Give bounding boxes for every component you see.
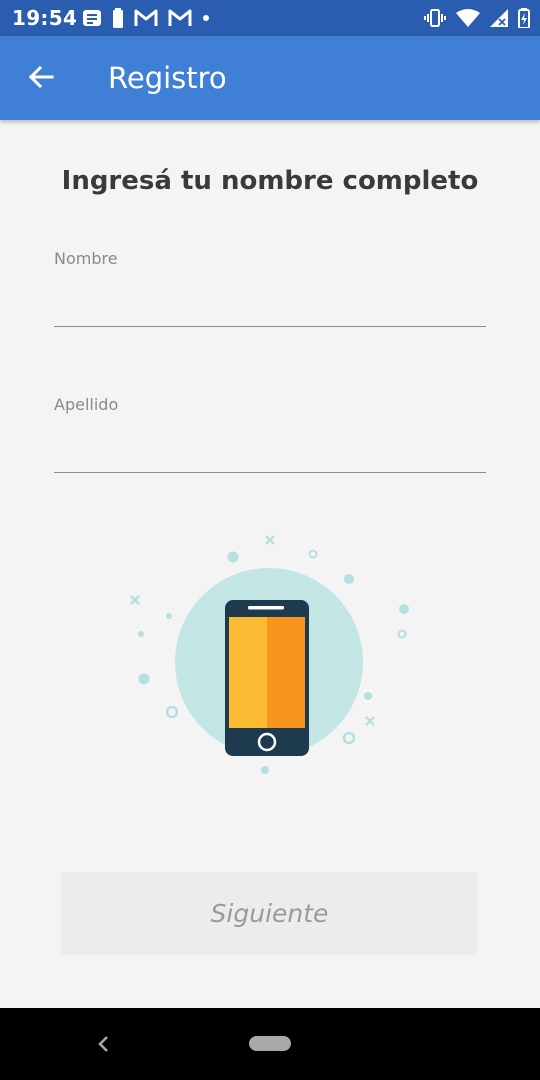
nav-back-icon[interactable] <box>92 1032 116 1056</box>
battery-saver-icon <box>112 8 124 28</box>
last-name-field: Apellido <box>54 395 486 477</box>
signal-icon <box>490 9 508 27</box>
back-button[interactable] <box>18 56 64 102</box>
message-icon <box>82 9 102 27</box>
battery-icon <box>518 8 530 28</box>
last-name-input[interactable] <box>54 419 486 473</box>
first-name-label: Nombre <box>54 249 118 268</box>
page-title: Registro <box>108 61 227 95</box>
gmail-icon <box>134 9 158 27</box>
last-name-label: Apellido <box>54 395 119 414</box>
first-name-input[interactable] <box>54 273 486 327</box>
first-name-field: Nombre <box>54 249 486 331</box>
wifi-icon <box>456 9 480 27</box>
navigation-bar <box>0 1008 540 1080</box>
smartphone-illustration-art <box>130 535 409 774</box>
form-heading: Ingresá tu nombre completo <box>61 166 479 196</box>
app-bar: Registro <box>0 36 540 120</box>
system-icons <box>424 7 530 29</box>
dot-icon <box>202 14 210 22</box>
status-bar: 19:54 <box>0 0 540 36</box>
notification-icons <box>82 8 210 28</box>
status-time: 19:54 <box>12 6 78 30</box>
home-pill-icon[interactable] <box>249 1036 291 1051</box>
vibrate-icon <box>424 9 446 27</box>
arrow-left-icon <box>28 65 54 94</box>
smartphone-illustration <box>120 530 420 780</box>
next-button[interactable]: Siguiente <box>61 872 478 955</box>
gmail-icon <box>168 9 192 27</box>
